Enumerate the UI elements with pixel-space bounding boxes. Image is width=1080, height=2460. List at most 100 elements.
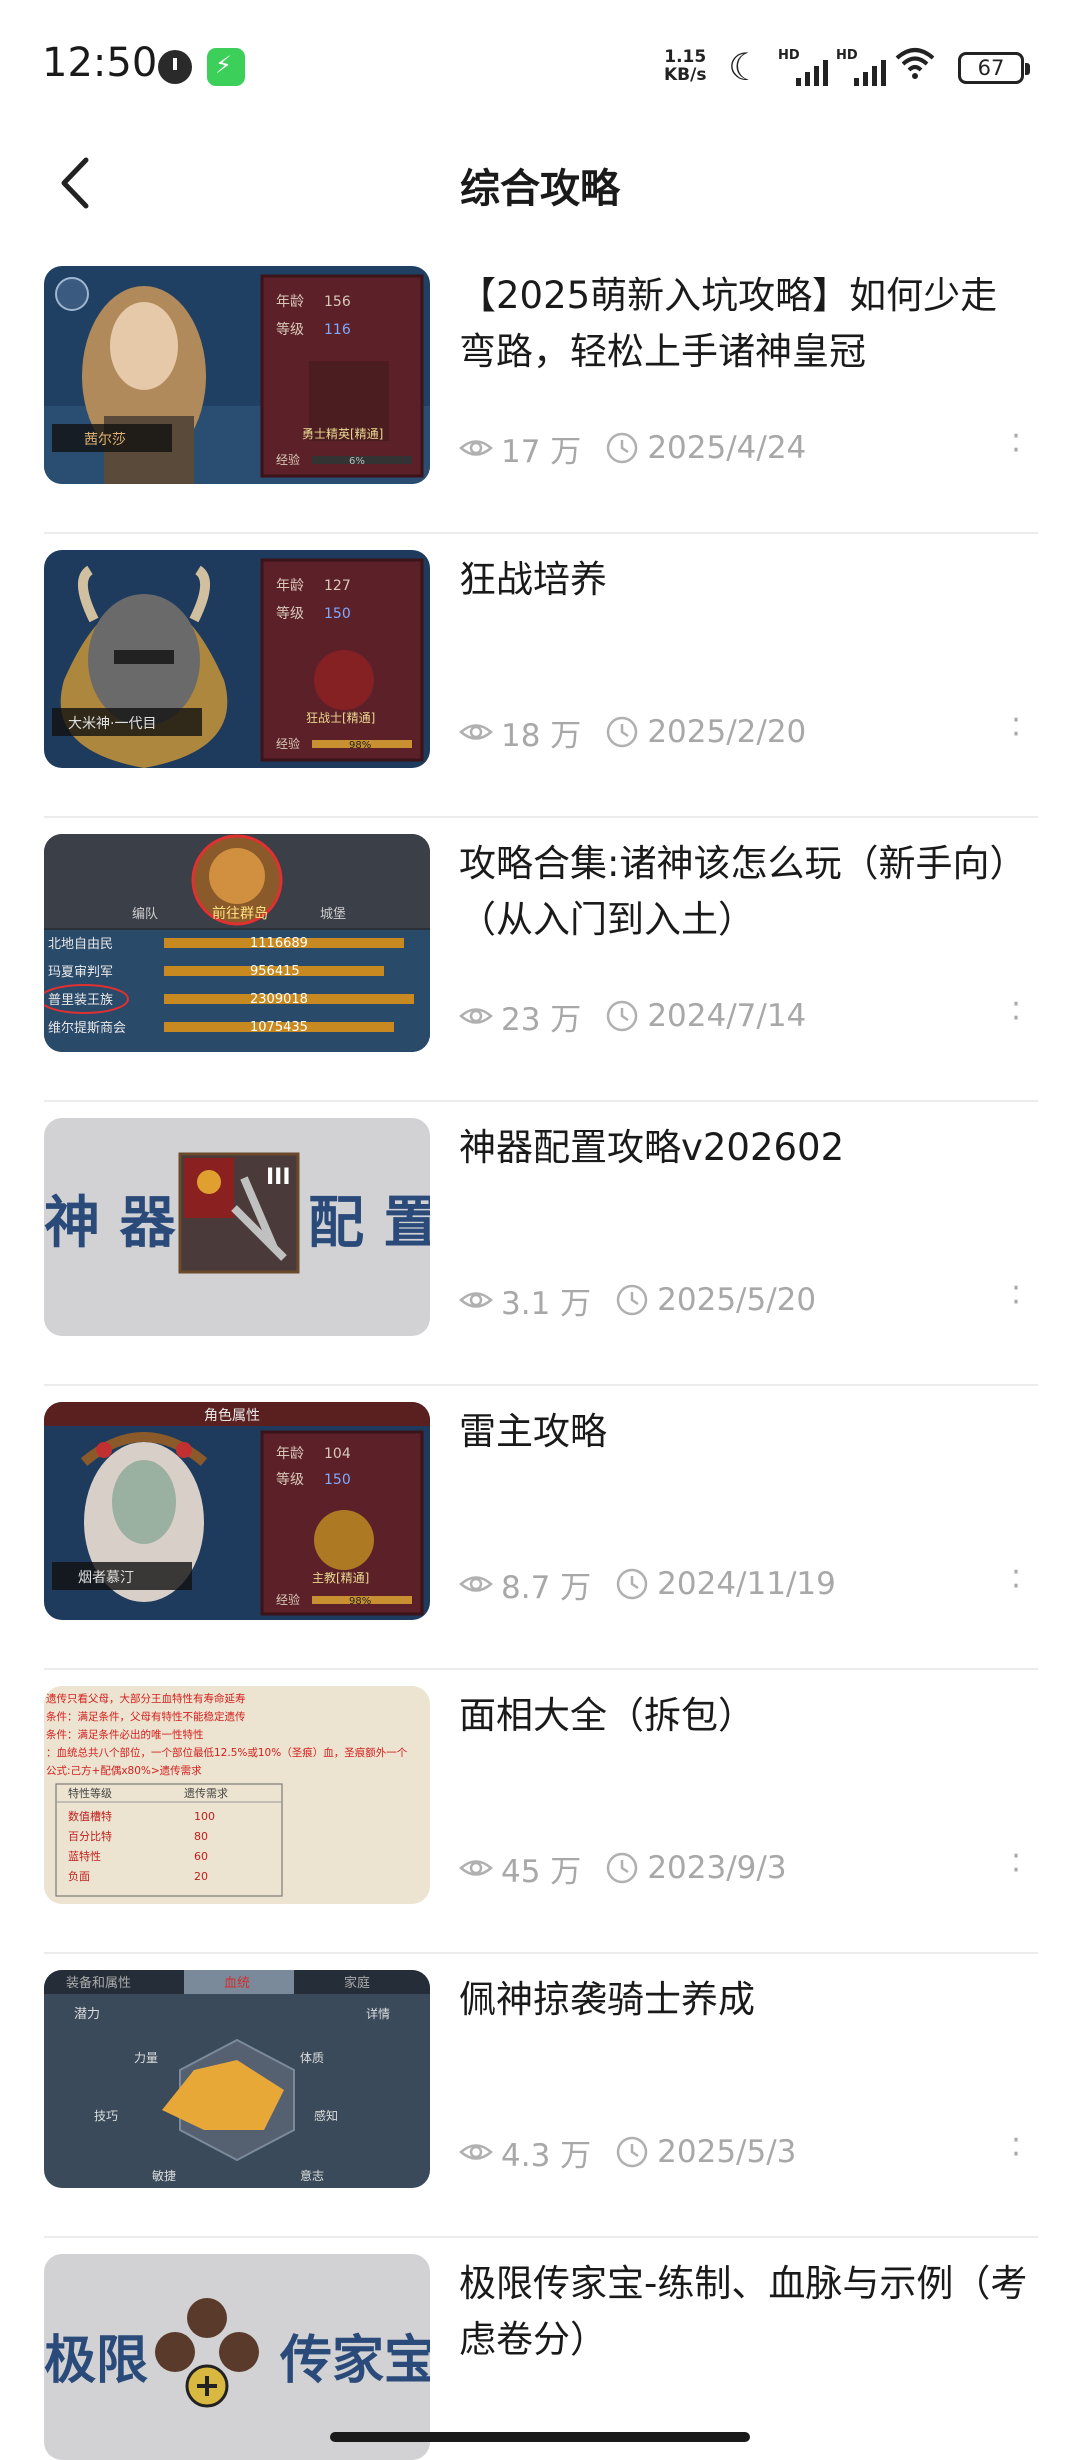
thumb-detail: 详情: [366, 2006, 390, 2021]
view-count: 17 万: [459, 426, 581, 471]
publish-date-text: 2025/2/20: [647, 714, 807, 750]
thumb-exp-label: 经验: [276, 1592, 300, 1607]
more-options-icon[interactable]: · ·: [1006, 2126, 1026, 2174]
list-item[interactable]: 装备和属性 血统 家庭 潜力 详情 力量 体质 技巧 感知 敏捷 意志 佩神掠袭…: [44, 1954, 1038, 2238]
view-count-text: 23 万: [501, 1001, 582, 1038]
article-meta: 45 万 2023/9/3: [459, 1846, 787, 1890]
list-item[interactable]: 年龄 156 等级 116 勇士精英[精通] 经验 6% 茜尔莎 【2025萌新…: [44, 250, 1038, 534]
battery-icon: 67: [958, 52, 1030, 84]
thumb-table-cell: 60: [194, 1850, 208, 1863]
thumb-header: 角色属性: [204, 1407, 260, 1424]
article-title: 佩神掠袭骑士养成: [459, 1978, 755, 2021]
view-count: 3.1 万: [459, 1278, 591, 1323]
article-thumbnail: 装备和属性 血统 家庭 潜力 详情 力量 体质 技巧 感知 敏捷 意志: [44, 1970, 430, 2188]
article-thumbnail: 遗传只看父母，大部分王血特性有寿命延寿 条件：满足条件，父母有特性不能稳定遗传 …: [44, 1686, 430, 1904]
thumb-table-cell: 百分比特: [68, 1829, 112, 1843]
publish-date-text: 2024/7/14: [647, 998, 807, 1034]
thumb-name: 大米神·一代目: [68, 716, 156, 732]
publish-date: 2023/9/3: [605, 1850, 787, 1886]
alarm-clock-icon: [158, 50, 192, 84]
thumb-banner: 前往群岛: [212, 905, 268, 922]
thumb-left-text: 神 器: [44, 1191, 176, 1256]
thumb-table-cell: 蓝特性: [68, 1849, 101, 1863]
article-title: 面相大全（拆包）: [459, 1694, 755, 1737]
thumb-stat: 技巧: [94, 2109, 118, 2123]
thumb-level-label: 等级: [276, 321, 304, 338]
list-item[interactable]: 年龄 127 等级 150 狂战士[精通] 经验 98% 大米神·一代目 狂战培…: [44, 534, 1038, 818]
more-options-icon[interactable]: · ·: [1006, 1842, 1026, 1890]
more-options-icon[interactable]: · ·: [1006, 422, 1026, 470]
thumb-stat: 感知: [314, 2108, 338, 2123]
publish-date-text: 2025/5/3: [657, 2134, 797, 2170]
publish-date-text: 2024/11/19: [657, 1566, 836, 1602]
list-item[interactable]: 遗传只看父母，大部分王血特性有寿命延寿 条件：满足条件，父母有特性不能稳定遗传 …: [44, 1670, 1038, 1954]
thumb-table-header: 遗传需求: [184, 1786, 228, 1800]
thumb-exp-label: 经验: [276, 736, 300, 751]
thumb-class: 勇士精英[精通]: [302, 427, 383, 441]
thumb-row-value: 956415: [250, 964, 300, 979]
thumb-row-label: 北地自由民: [48, 937, 113, 952]
article-thumbnail: 前往群岛 编队 城堡 北地自由民 1116689 玛夏审判军 956415 普里…: [44, 834, 430, 1052]
list-item[interactable]: 极限 传家宝 极限传家宝-练制、血脉与示例（考虑卷分）: [44, 2238, 1038, 2460]
list-item[interactable]: 神 器 配 置 III 神器配置攻略v202602 3.1 万 2025/5/2…: [44, 1102, 1038, 1386]
thumb-level: 150: [324, 606, 351, 622]
more-options-icon[interactable]: · ·: [1006, 1558, 1026, 1606]
status-bar: 12:50 1.15 KB/s ☾ HD HD 67: [0, 0, 1080, 130]
more-options-icon[interactable]: · ·: [1006, 990, 1026, 1038]
clock-icon: [607, 432, 638, 464]
thumb-level: 150: [324, 1472, 351, 1488]
thumb-stat: 敏捷: [152, 2168, 176, 2183]
cell-signal-icon-2: HD: [836, 48, 896, 88]
article-title: 【2025萌新入坑攻略】如何少走弯路，轻松上手诸神皇冠: [459, 274, 998, 373]
publish-date-text: 2025/4/24: [647, 430, 807, 466]
thumb-right-text: 传家宝: [279, 2331, 430, 2391]
thumb-line: 条件：满足条件，父母有特性不能稳定遗传: [46, 1710, 246, 1723]
thumb-row-value: 2309018: [250, 992, 308, 1007]
thumb-stat: 意志: [300, 2168, 324, 2183]
thumb-line: 公式:己方+配偶x80%>遗传需求: [46, 1764, 202, 1777]
view-count-text: 45 万: [501, 1853, 582, 1890]
more-options-icon[interactable]: · ·: [1006, 706, 1026, 754]
more-options-icon[interactable]: · ·: [1006, 1274, 1026, 1322]
app-header: 综合攻略: [0, 130, 1080, 250]
clock-icon: [607, 716, 638, 748]
thumb-age-label: 年龄: [276, 294, 304, 310]
list-item[interactable]: 角色属性 年龄 104 等级 150 主教[精通] 经验 98% 烟者慕汀 雷主…: [44, 1386, 1038, 1670]
thumb-tab: 血统: [224, 1976, 250, 1991]
article-title: 神器配置攻略v202602: [459, 1126, 845, 1169]
view-count: 18 万: [459, 710, 581, 755]
do-not-disturb-moon-icon: ☾: [728, 45, 763, 89]
publish-date: 2024/11/19: [615, 1566, 836, 1602]
publish-date: 2025/4/24: [605, 430, 806, 466]
cell-signal-icon-1: HD: [778, 48, 838, 88]
thumb-stat: 力量: [134, 2051, 158, 2065]
thumb-age: 104: [324, 1446, 351, 1462]
thumb-age: 127: [324, 578, 351, 594]
publish-date: 2024/7/14: [605, 998, 806, 1034]
thumb-table-cell: 100: [194, 1810, 215, 1823]
network-speed: 1.15 KB/s: [664, 48, 706, 84]
thumb-badge: III: [266, 1165, 291, 1190]
article-thumbnail: 角色属性 年龄 104 等级 150 主教[精通] 经验 98% 烟者慕汀: [44, 1402, 430, 1620]
eye-icon: [459, 724, 493, 740]
thumb-left-text: 极限: [44, 2331, 148, 2391]
article-thumbnail: 年龄 127 等级 150 狂战士[精通] 经验 98% 大米神·一代目: [44, 550, 430, 768]
view-count-text: 4.3 万: [501, 2137, 592, 2174]
thumb-name: 茜尔莎: [84, 432, 126, 448]
article-meta: 8.7 万 2024/11/19: [459, 1562, 836, 1606]
thumb-row-value: 1116689: [250, 936, 308, 951]
thumb-class: 主教[精通]: [312, 1570, 369, 1585]
clock-icon: [616, 1568, 648, 1600]
article-title: 雷主攻略: [459, 1410, 607, 1453]
article-title: 攻略合集:诸神该怎么玩（新手向）（从入门到入土）: [459, 842, 1027, 941]
thumb-exp-label: 经验: [276, 452, 300, 467]
list-item[interactable]: 前往群岛 编队 城堡 北地自由民 1116689 玛夏审判军 956415 普里…: [44, 818, 1038, 1102]
clock-icon: [616, 2136, 648, 2168]
eye-icon: [459, 1576, 493, 1592]
thumb-level-label: 等级: [276, 605, 304, 622]
thumb-age-label: 年龄: [276, 578, 304, 594]
eye-icon: [459, 1292, 493, 1308]
home-indicator[interactable]: [330, 2432, 750, 2442]
clock-icon: [607, 1852, 638, 1884]
article-thumbnail: 神 器 配 置 III: [44, 1118, 430, 1336]
